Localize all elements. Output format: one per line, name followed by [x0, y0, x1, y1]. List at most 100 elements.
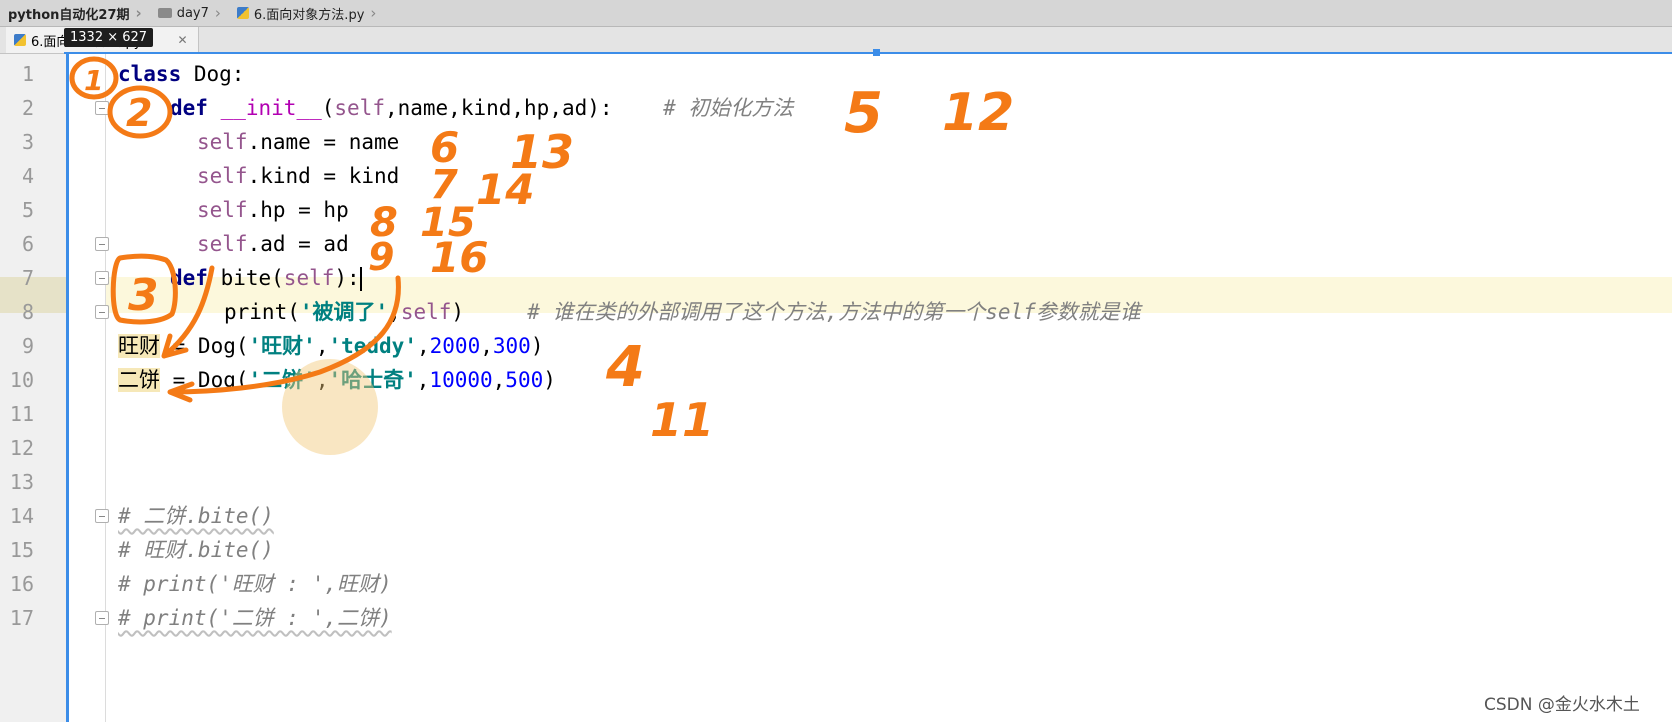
- comment: # print('二饼 : ',二饼): [118, 606, 392, 630]
- code-line-2[interactable]: def __init__(self,name,kind,hp,ad): # 初始…: [170, 90, 793, 126]
- code-line-3[interactable]: self.name = name: [197, 124, 399, 160]
- annotation-number: 7: [430, 162, 458, 208]
- comma: ,: [492, 368, 506, 392]
- fold-toggle[interactable]: [95, 237, 109, 251]
- comma: ,: [480, 334, 493, 358]
- python-file-icon: [14, 34, 26, 46]
- statement: .name = name: [247, 130, 400, 154]
- annotation-number: 8: [370, 200, 398, 246]
- comma: ,: [416, 368, 430, 392]
- annotation-number: 16: [430, 233, 488, 282]
- annotation-number: 6: [430, 123, 459, 172]
- selection-border: [64, 52, 1672, 54]
- fold-toggle[interactable]: [95, 611, 109, 625]
- annotation-number: 2: [126, 91, 152, 135]
- click-indicator: [282, 359, 378, 455]
- line-number: 10: [9, 368, 34, 392]
- statement: .hp = hp: [247, 198, 349, 222]
- function-call: print(: [224, 300, 300, 324]
- code-line-8[interactable]: print('被调了',self) # 谁在类的外部调用了这个方法,方法中的第一…: [224, 294, 1141, 330]
- line-number: 12: [9, 436, 34, 460]
- python-file-icon: [236, 7, 249, 19]
- line-number: 1: [21, 62, 34, 86]
- number-literal: 10000: [429, 368, 493, 392]
- text-cursor: [359, 267, 362, 291]
- fold-toggle[interactable]: [95, 305, 109, 319]
- code-line-5[interactable]: self.hp = hp: [197, 192, 349, 228]
- statement: .ad = ad: [247, 232, 349, 256]
- line-number: 3: [21, 130, 34, 154]
- self-ref: self: [197, 164, 248, 188]
- self-ref: self: [400, 300, 452, 324]
- keyword: def: [170, 96, 208, 120]
- comment: # print('旺财 : ',旺财): [118, 572, 392, 596]
- paren: ): [543, 368, 556, 392]
- fold-toggle[interactable]: [95, 101, 109, 115]
- comment: # 谁在类的外部调用了这个方法,方法中的第一个self参数就是谁: [527, 300, 1141, 324]
- line-number: 2: [21, 96, 34, 120]
- code-line-16[interactable]: # print('旺财 : ',旺财): [118, 566, 392, 602]
- chevron-right-icon: ›: [135, 4, 142, 22]
- annotation-number: 13: [510, 125, 574, 179]
- string-literal: '旺财': [248, 334, 316, 358]
- line-number: 7: [21, 266, 34, 290]
- line-number: 13: [9, 470, 34, 494]
- line-number: 16: [9, 572, 34, 596]
- annotation-number: 11: [650, 393, 714, 447]
- fold-toggle[interactable]: [95, 271, 109, 285]
- keyword: def: [170, 266, 208, 290]
- selection-handle[interactable]: [873, 49, 880, 56]
- comment: # 初始化方法: [663, 96, 794, 120]
- self-param: self: [334, 96, 385, 120]
- number-literal: 500: [505, 368, 544, 392]
- paren: ): [530, 334, 544, 358]
- comment: # 旺财.bite(): [118, 538, 274, 562]
- assignment: = Dog(: [160, 368, 249, 392]
- breadcrumb-file-label: 6.面向对象方法.py: [253, 7, 365, 23]
- number-literal: 2000: [429, 334, 481, 358]
- code-line-7[interactable]: def bite(self):: [170, 260, 362, 296]
- self-param: self: [283, 266, 335, 290]
- line-number: 14: [9, 504, 34, 528]
- self-ref: self: [197, 198, 248, 222]
- annotation-number: 4: [605, 335, 645, 400]
- size-tooltip: 1332 × 627: [64, 28, 154, 47]
- comma: ,: [388, 300, 401, 324]
- self-ref: self: [197, 130, 248, 154]
- variable: 二饼: [118, 368, 160, 392]
- string-literal: '被调了': [299, 300, 389, 324]
- number-literal: 300: [492, 334, 531, 358]
- comma: ,: [416, 334, 430, 358]
- function-name: __init__: [207, 96, 322, 120]
- paren: ):: [334, 266, 360, 290]
- line-number: 5: [21, 198, 34, 222]
- line-number: 17: [9, 606, 34, 630]
- breadcrumb-project[interactable]: python自动化27期 ›: [0, 0, 150, 26]
- code-line-15[interactable]: # 旺财.bite(): [118, 532, 274, 568]
- code-line-4[interactable]: self.kind = kind: [197, 158, 399, 194]
- chevron-right-icon: ›: [370, 4, 377, 22]
- watermark: CSDN @金火水木土: [1484, 695, 1640, 715]
- chevron-right-icon: ›: [214, 4, 221, 22]
- line-number: 11: [9, 402, 34, 426]
- params: ,name,kind,hp,ad):: [384, 96, 613, 120]
- comma: ,: [315, 334, 329, 358]
- breadcrumb-folder[interactable]: day7 ›: [150, 0, 229, 26]
- line-number: 6: [21, 232, 34, 256]
- keyword: class: [118, 62, 182, 86]
- code-line-14[interactable]: # 二饼.bite(): [118, 498, 274, 534]
- paren: (: [321, 96, 335, 120]
- code-line-6[interactable]: self.ad = ad: [197, 226, 349, 262]
- code-line-1[interactable]: class Dog:: [118, 56, 244, 92]
- code-line-17[interactable]: # print('二饼 : ',二饼): [118, 600, 392, 636]
- fold-toggle[interactable]: [95, 509, 109, 523]
- line-number: 4: [21, 164, 34, 188]
- line-number: 15: [9, 538, 34, 562]
- annotation-number: 12: [942, 83, 1014, 143]
- breadcrumb-file[interactable]: 6.面向对象方法.py ›: [229, 0, 384, 26]
- annotation-circle: [107, 85, 173, 139]
- self-ref: self: [197, 232, 248, 256]
- breadcrumb-project-label: python自动化27期: [8, 7, 130, 23]
- close-icon[interactable]: ✕: [177, 33, 187, 47]
- breadcrumb-folder-label: day7: [176, 5, 209, 21]
